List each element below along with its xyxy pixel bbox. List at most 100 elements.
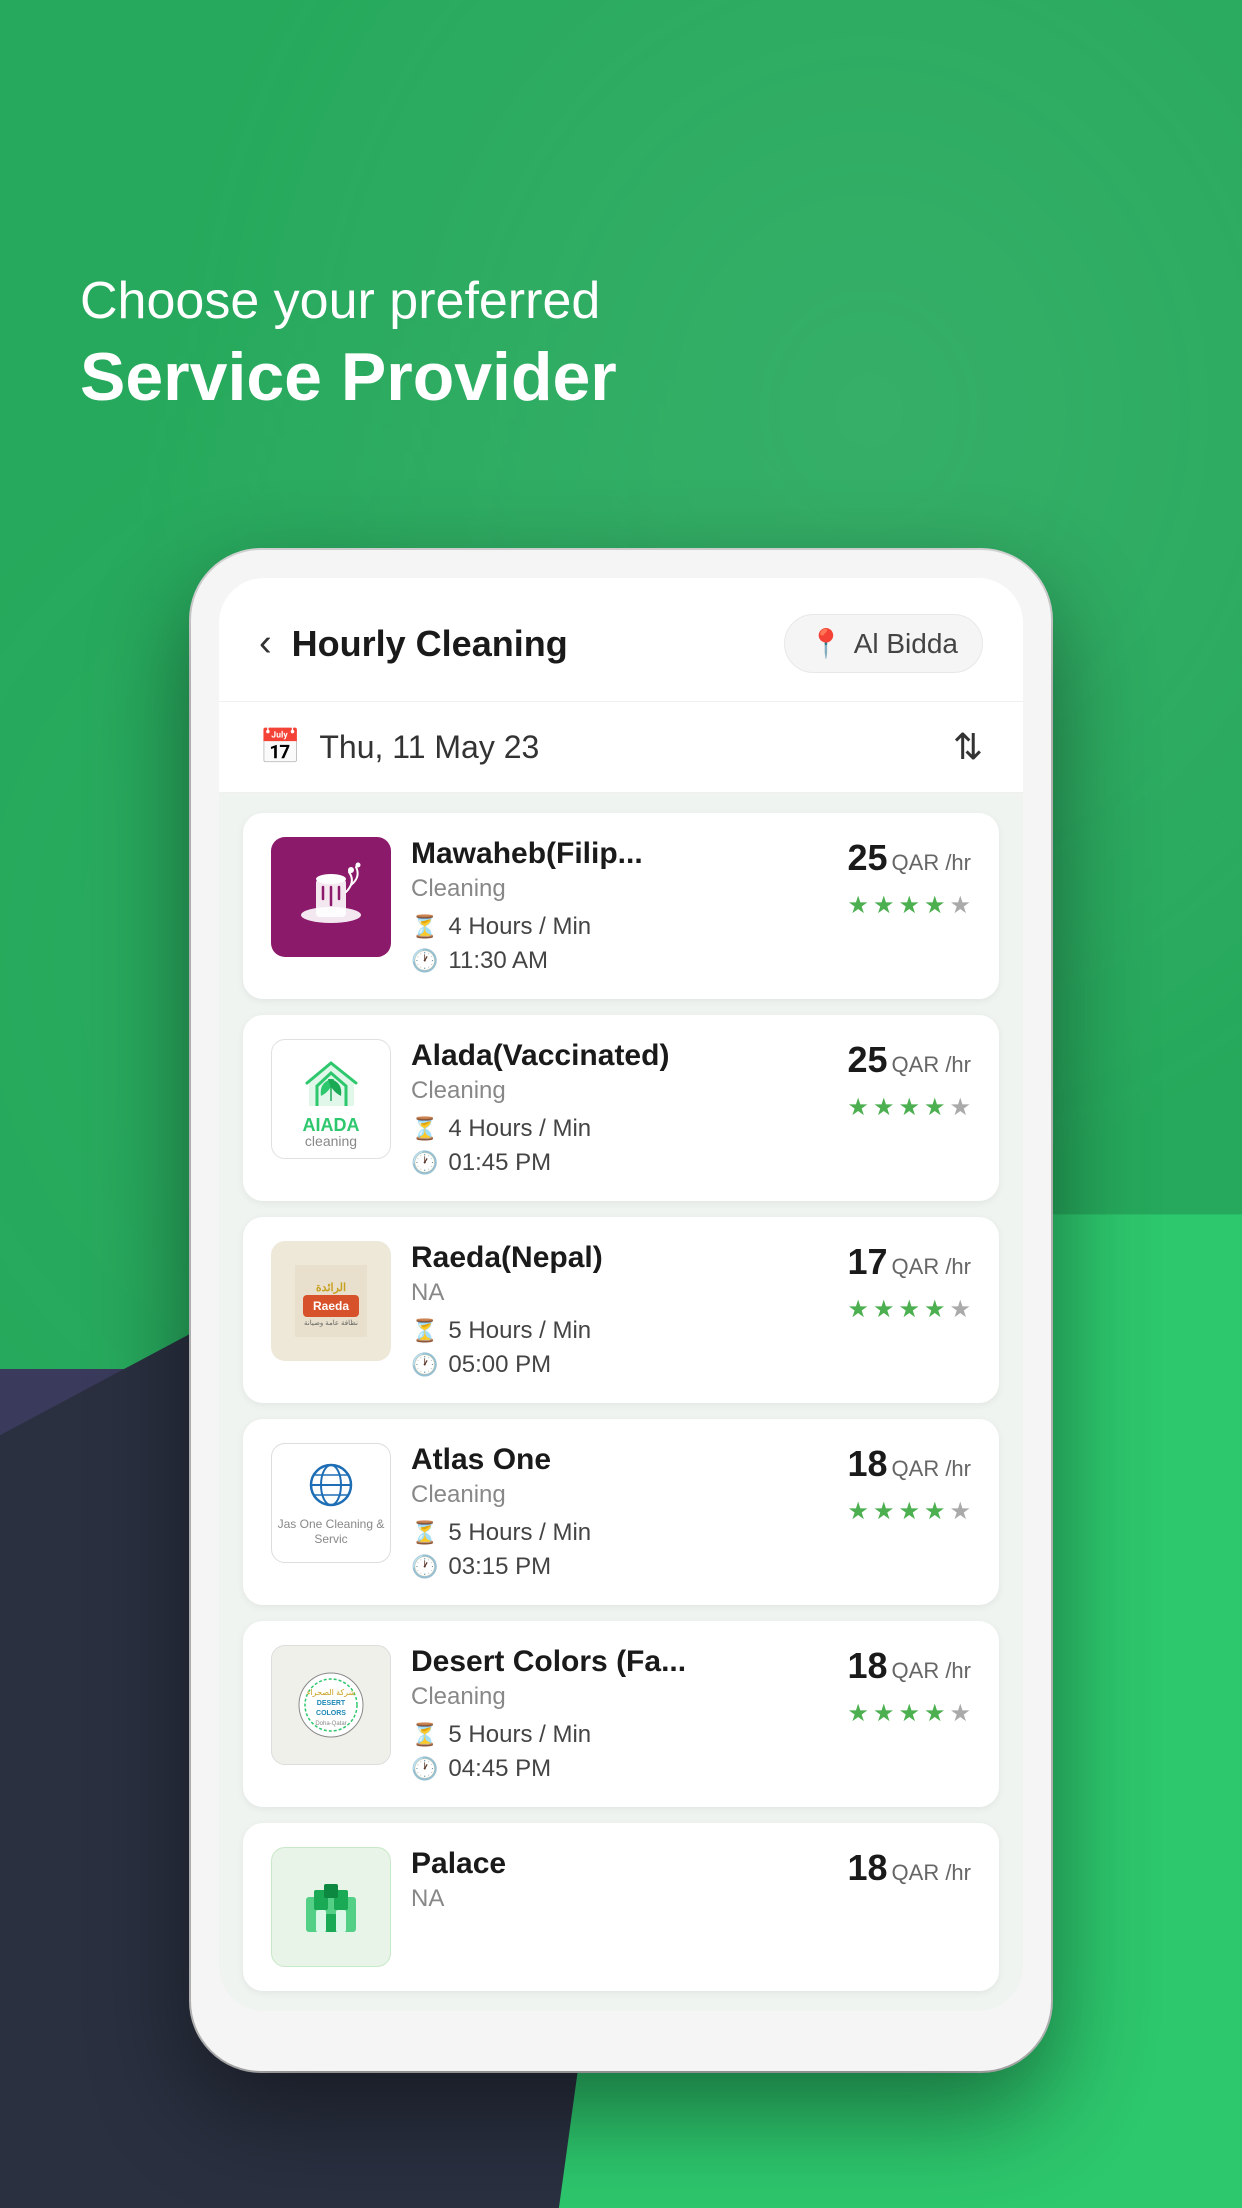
- clock-icon-2: 🕐: [411, 1150, 438, 1176]
- meta-time-4: 🕐 03:15 PM: [411, 1553, 827, 1581]
- provider-info-1: Mawaheb(Filip... Cleaning ⏳ 4 Hours / Mi…: [411, 837, 827, 975]
- meta-time-2: 🕐 01:45 PM: [411, 1149, 827, 1177]
- price-unit-3: QAR /hr: [892, 1254, 971, 1280]
- phone-mockup: ‹ Hourly Cleaning 📍 Al Bidda 📅 Thu, 11 M…: [191, 550, 1051, 2071]
- svg-text:DESERT: DESERT: [317, 1700, 346, 1707]
- clock-icon-5: 🕐: [411, 1756, 438, 1782]
- price-value-4: 18: [847, 1443, 887, 1485]
- provider-name-6: Palace: [411, 1847, 827, 1881]
- price-unit-4: QAR /hr: [892, 1456, 971, 1482]
- provider-card-2[interactable]: AIADA cleaning Alada(Vaccinated) Cleanin…: [243, 1015, 999, 1201]
- star-4: ★: [924, 891, 946, 920]
- star-2: ★: [873, 891, 895, 920]
- provider-logo-4: Jas One Cleaning & Servic: [271, 1443, 391, 1563]
- meta-time-3: 🕐 05:00 PM: [411, 1351, 827, 1379]
- svg-text:شركة الصحراء: شركة الصحراء: [307, 1688, 356, 1697]
- hours-text-4: 5 Hours / Min: [448, 1519, 591, 1547]
- svg-text:COLORS: COLORS: [316, 1710, 346, 1717]
- provider-info-5: Desert Colors (Fa... Cleaning ⏳ 5 Hours …: [411, 1645, 827, 1783]
- price-1: 25 QAR /hr: [847, 837, 971, 879]
- provider-name-1: Mawaheb(Filip...: [411, 837, 827, 871]
- provider-category-3: NA: [411, 1279, 827, 1307]
- stars-4: ★ ★ ★ ★ ★: [847, 1497, 971, 1526]
- provider-info-6: Palace NA: [411, 1847, 827, 1923]
- phone-screen: ‹ Hourly Cleaning 📍 Al Bidda 📅 Thu, 11 M…: [219, 578, 1023, 2011]
- price-unit-6: QAR /hr: [892, 1860, 971, 1886]
- price-unit-2: QAR /hr: [892, 1052, 971, 1078]
- hours-text-5: 5 Hours / Min: [448, 1721, 591, 1749]
- provider-meta-3: ⏳ 5 Hours / Min 🕐 05:00 PM: [411, 1317, 827, 1379]
- provider-logo-5: شركة الصحراء DESERT COLORS Doha-Qatar: [271, 1645, 391, 1765]
- provider-card-3[interactable]: الرائدة Raeda نظافة عامة وصيانة Raeda(Ne…: [243, 1217, 999, 1403]
- location-icon: 📍: [809, 627, 844, 660]
- provider-logo-6: [271, 1847, 391, 1967]
- provider-meta-4: ⏳ 5 Hours / Min 🕐 03:15 PM: [411, 1519, 827, 1581]
- price-value-6: 18: [847, 1847, 887, 1889]
- svg-text:نظافة عامة وصيانة: نظافة عامة وصيانة: [304, 1319, 358, 1327]
- provider-name-2: Alada(Vaccinated): [411, 1039, 827, 1073]
- header-left: ‹ Hourly Cleaning: [259, 622, 568, 665]
- provider-info-4: Atlas One Cleaning ⏳ 5 Hours / Min 🕐 03:…: [411, 1443, 827, 1581]
- provider-meta-5: ⏳ 5 Hours / Min 🕐 04:45 PM: [411, 1721, 827, 1783]
- provider-logo-2: AIADA cleaning: [271, 1039, 391, 1159]
- star-5: ★: [949, 891, 971, 920]
- aiada-logo: AIADA cleaning: [299, 1051, 364, 1148]
- providers-list: Mawaheb(Filip... Cleaning ⏳ 4 Hours / Mi…: [219, 793, 1023, 2011]
- time-text-4: 03:15 PM: [448, 1553, 551, 1581]
- provider-right-4: 18 QAR /hr ★ ★ ★ ★ ★: [847, 1443, 971, 1526]
- back-button[interactable]: ‹: [259, 622, 272, 665]
- star-3: ★: [898, 891, 920, 920]
- location-badge[interactable]: 📍 Al Bidda: [784, 614, 983, 673]
- provider-right-6: 18 QAR /hr: [847, 1847, 971, 1889]
- provider-name-5: Desert Colors (Fa...: [411, 1645, 827, 1679]
- provider-category-6: NA: [411, 1885, 827, 1913]
- provider-right-1: 25 QAR /hr ★ ★ ★ ★ ★: [847, 837, 971, 920]
- screen-title: Hourly Cleaning: [292, 623, 568, 665]
- sort-icon[interactable]: ⇅: [953, 726, 983, 768]
- provider-name-3: Raeda(Nepal): [411, 1241, 827, 1275]
- hourglass-icon-1: ⏳: [411, 914, 438, 940]
- time-text-2: 01:45 PM: [448, 1149, 551, 1177]
- hourglass-icon-4: ⏳: [411, 1520, 438, 1546]
- provider-category-2: Cleaning: [411, 1077, 827, 1105]
- price-value-2: 25: [847, 1039, 887, 1081]
- provider-category-1: Cleaning: [411, 875, 827, 903]
- hours-text-2: 4 Hours / Min: [448, 1115, 591, 1143]
- time-text-1: 11:30 AM: [448, 947, 548, 975]
- svg-text:Raeda: Raeda: [313, 1299, 349, 1313]
- star-1: ★: [847, 891, 869, 920]
- provider-card-6[interactable]: Palace NA 18 QAR /hr: [243, 1823, 999, 1991]
- provider-right-2: 25 QAR /hr ★ ★ ★ ★ ★: [847, 1039, 971, 1122]
- provider-meta-1: ⏳ 4 Hours / Min 🕐 11:30 AM: [411, 913, 827, 975]
- hours-text-3: 5 Hours / Min: [448, 1317, 591, 1345]
- price-4: 18 QAR /hr: [847, 1443, 971, 1485]
- provider-card-4[interactable]: Jas One Cleaning & Servic Atlas One Clea…: [243, 1419, 999, 1605]
- price-unit-1: QAR /hr: [892, 850, 971, 876]
- phone-header: ‹ Hourly Cleaning 📍 Al Bidda: [219, 578, 1023, 702]
- time-text-5: 04:45 PM: [448, 1755, 551, 1783]
- phone-frame: ‹ Hourly Cleaning 📍 Al Bidda 📅 Thu, 11 M…: [191, 550, 1051, 2071]
- price-value-1: 25: [847, 837, 887, 879]
- hourglass-icon-3: ⏳: [411, 1318, 438, 1344]
- svg-text:الرائدة: الرائدة: [316, 1282, 346, 1294]
- aiada-sub: cleaning: [305, 1134, 357, 1148]
- meta-hours-5: ⏳ 5 Hours / Min: [411, 1721, 827, 1749]
- provider-card-5[interactable]: شركة الصحراء DESERT COLORS Doha-Qatar De…: [243, 1621, 999, 1807]
- provider-card-1[interactable]: Mawaheb(Filip... Cleaning ⏳ 4 Hours / Mi…: [243, 813, 999, 999]
- date-bar[interactable]: 📅 Thu, 11 May 23 ⇅: [219, 702, 1023, 793]
- price-value-5: 18: [847, 1645, 887, 1687]
- headline-title: Service Provider: [80, 340, 1162, 415]
- provider-info-3: Raeda(Nepal) NA ⏳ 5 Hours / Min 🕐 05:00 …: [411, 1241, 827, 1379]
- stars-5: ★ ★ ★ ★ ★: [847, 1699, 971, 1728]
- stars-2: ★ ★ ★ ★ ★: [847, 1093, 971, 1122]
- meta-time-1: 🕐 11:30 AM: [411, 947, 827, 975]
- meta-hours-4: ⏳ 5 Hours / Min: [411, 1519, 827, 1547]
- svg-text:Doha-Qatar: Doha-Qatar: [315, 1721, 346, 1727]
- provider-right-3: 17 QAR /hr ★ ★ ★ ★ ★: [847, 1241, 971, 1324]
- location-text: Al Bidda: [854, 628, 958, 660]
- provider-category-4: Cleaning: [411, 1481, 827, 1509]
- atlas-sub: Jas One Cleaning & Servic: [272, 1517, 390, 1546]
- meta-time-5: 🕐 04:45 PM: [411, 1755, 827, 1783]
- hourglass-icon-5: ⏳: [411, 1722, 438, 1748]
- headline-subtitle: Choose your preferred: [80, 270, 1162, 332]
